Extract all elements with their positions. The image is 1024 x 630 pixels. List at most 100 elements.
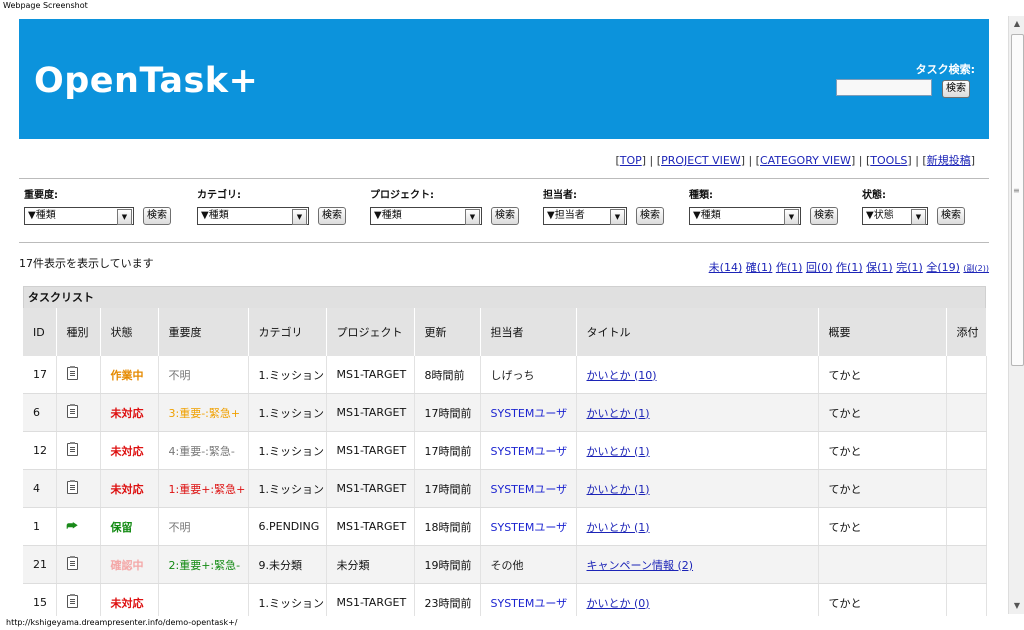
column-header[interactable]: カテゴリ	[248, 308, 327, 356]
table-row[interactable]: 12 未対応 4:重要-:緊急- 1.ミッション MS1-TARGET 17時間前 SYST…	[23, 431, 987, 470]
filter-type-select[interactable]: ▼種類 ▼	[689, 207, 801, 225]
task-title-link[interactable]: キャンペーン情報 (2)	[587, 559, 694, 572]
task-category: 6.PENDING	[248, 507, 327, 546]
filter-project: プロジェクト: ▼種類 ▼ 検索	[370, 186, 519, 225]
task-summary: てかと	[818, 507, 947, 546]
filter-category-select[interactable]: ▼種類 ▼	[197, 207, 309, 225]
filter-priority-search-button[interactable]: 検索	[143, 207, 171, 225]
column-header[interactable]: 概要	[818, 308, 947, 356]
nav-new-post-link[interactable]: 新規投稿	[927, 154, 971, 167]
table-row[interactable]: 6 未対応 3:重要-:緊急+ 1.ミッション MS1-TARGET 17時間前 SYSTE…	[23, 393, 987, 432]
task-search-label: タスク検索:	[915, 63, 975, 76]
task-project: MS1-TARGET	[326, 393, 415, 432]
task-assignee: その他	[480, 545, 577, 584]
scroll-up-icon[interactable]: ▲	[1009, 16, 1024, 32]
task-type: ⮫	[56, 507, 101, 546]
task-summary: てかと	[818, 393, 947, 432]
task-project: MS1-TARGET	[326, 469, 415, 508]
site-header: OpenTask+ タスク検索: 検索	[19, 19, 989, 139]
task-priority: 2:重要+:緊急-	[158, 545, 249, 584]
task-status: 作業中	[100, 356, 159, 394]
task-updated: 18時間前	[414, 507, 481, 546]
task-project: MS1-TARGET	[326, 431, 415, 470]
status-link-sub[interactable]: (副(2))	[963, 264, 989, 273]
task-title-link[interactable]: かいとか (1)	[587, 445, 650, 458]
document-icon	[66, 403, 78, 418]
column-header[interactable]: 重要度	[158, 308, 249, 356]
task-title-link[interactable]: かいとか (1)	[587, 521, 650, 534]
column-header[interactable]: 状態	[100, 308, 159, 356]
column-header[interactable]: タイトル	[576, 308, 819, 356]
nav-top-link[interactable]: TOP	[620, 154, 642, 167]
filter-status-select[interactable]: ▼状態 ▼	[862, 207, 928, 225]
task-category: 1.ミッション	[248, 393, 327, 432]
filter-category-search-button[interactable]: 検索	[318, 207, 346, 225]
task-assignee: SYSTEMユーザ	[480, 393, 577, 432]
nav-project-view-link[interactable]: PROJECT VIEW	[661, 154, 741, 167]
chevron-down-icon: ▼	[784, 209, 799, 225]
scroll-thumb[interactable]	[1011, 34, 1024, 366]
status-link-done[interactable]: 完(1)	[896, 261, 923, 274]
grip-icon: ≡	[1013, 186, 1020, 195]
filter-type-search-button[interactable]: 検索	[810, 207, 838, 225]
task-priority: 不明	[158, 507, 249, 546]
filter-assignee-search-button[interactable]: 検索	[636, 207, 664, 225]
filter-priority-select[interactable]: ▼種類 ▼	[24, 207, 134, 225]
column-header[interactable]: 種別	[56, 308, 101, 356]
task-title-link[interactable]: かいとか (1)	[587, 483, 650, 496]
document-icon	[66, 555, 78, 570]
status-link-all[interactable]: 全(19)	[926, 261, 960, 274]
task-title-cell: かいとか (1)	[576, 469, 819, 508]
task-updated: 17時間前	[414, 393, 481, 432]
task-title-link[interactable]: かいとか (0)	[587, 597, 650, 610]
document-icon	[66, 593, 78, 608]
task-attachment	[946, 393, 987, 432]
status-link-confirm[interactable]: 確(1)	[746, 261, 773, 274]
top-navigation: [TOP] | [PROJECT VIEW] | [CATEGORY VIEW]…	[615, 154, 975, 167]
table-row[interactable]: 21 確認中 2:重要+:緊急- 9.未分類 未分類 19時間前 その他 キャンペーン情報 (…	[23, 545, 987, 584]
filter-project-select[interactable]: ▼種類 ▼	[370, 207, 482, 225]
task-project: 未分類	[326, 545, 415, 584]
status-link-hold[interactable]: 保(1)	[866, 261, 893, 274]
task-priority: 不明	[158, 356, 249, 394]
status-link-working-2[interactable]: 作(1)	[836, 261, 863, 274]
status-link-unhandled[interactable]: 未(14)	[709, 261, 743, 274]
filter-category-label: カテゴリ:	[197, 190, 241, 201]
table-row[interactable]: 1 ⮫ 保留 不明 6.PENDING MS1-TARGET 18時間前 SYSTEMユーザか…	[23, 507, 987, 546]
filter-status-search-button[interactable]: 検索	[937, 207, 965, 225]
table-row[interactable]: 15 未対応 1.ミッション MS1-TARGET 23時間前 SYSTEMユーザ かいとか…	[23, 583, 987, 616]
status-link-answer[interactable]: 回(0)	[806, 261, 833, 274]
filter-status-label: 状態:	[862, 190, 886, 201]
page: OpenTask+ タスク検索: 検索 [TOP] | [PROJECT VIE…	[0, 16, 1008, 616]
scroll-down-icon[interactable]: ▼	[1009, 598, 1024, 614]
column-header[interactable]: ID	[23, 308, 57, 356]
task-project: MS1-TARGET	[326, 507, 415, 546]
column-header[interactable]: 担当者	[480, 308, 577, 356]
task-title-link[interactable]: かいとか (1)	[587, 407, 650, 420]
filter-assignee-select[interactable]: ▼担当者 ▼	[543, 207, 627, 225]
task-search-input[interactable]	[836, 79, 932, 96]
filter-type-label: 種類:	[689, 190, 713, 201]
task-summary: てかと	[818, 431, 947, 470]
filter-project-search-button[interactable]: 検索	[491, 207, 519, 225]
site-logo[interactable]: OpenTask+	[34, 61, 258, 101]
nav-category-view-link[interactable]: CATEGORY VIEW	[760, 154, 851, 167]
divider	[19, 178, 989, 179]
chevron-down-icon: ▼	[292, 209, 307, 225]
task-attachment	[946, 583, 987, 616]
status-link-working[interactable]: 作(1)	[776, 261, 803, 274]
filter-type: 種類: ▼種類 ▼ 検索	[689, 186, 838, 225]
table-row[interactable]: 4 未対応 1:重要+:緊急+ 1.ミッション MS1-TARGET 17時間前 SYSTE…	[23, 469, 987, 508]
column-header[interactable]: 添付	[946, 308, 987, 356]
column-header[interactable]: プロジェクト	[326, 308, 415, 356]
task-assignee: SYSTEMユーザ	[480, 583, 577, 616]
task-summary: てかと	[818, 469, 947, 508]
table-row[interactable]: 17 作業中 不明 1.ミッション MS1-TARGET 8時間前 しげっち かいとか (10…	[23, 356, 987, 394]
task-title-link[interactable]: かいとか (10)	[587, 369, 657, 382]
vertical-scrollbar[interactable]: ▲ ≡ ▼	[1008, 16, 1024, 614]
nav-tools-link[interactable]: TOOLS	[870, 154, 907, 167]
column-header[interactable]: 更新	[414, 308, 481, 356]
task-search-button[interactable]: 検索	[942, 80, 970, 98]
task-summary	[818, 545, 947, 584]
task-category: 1.ミッション	[248, 356, 327, 394]
